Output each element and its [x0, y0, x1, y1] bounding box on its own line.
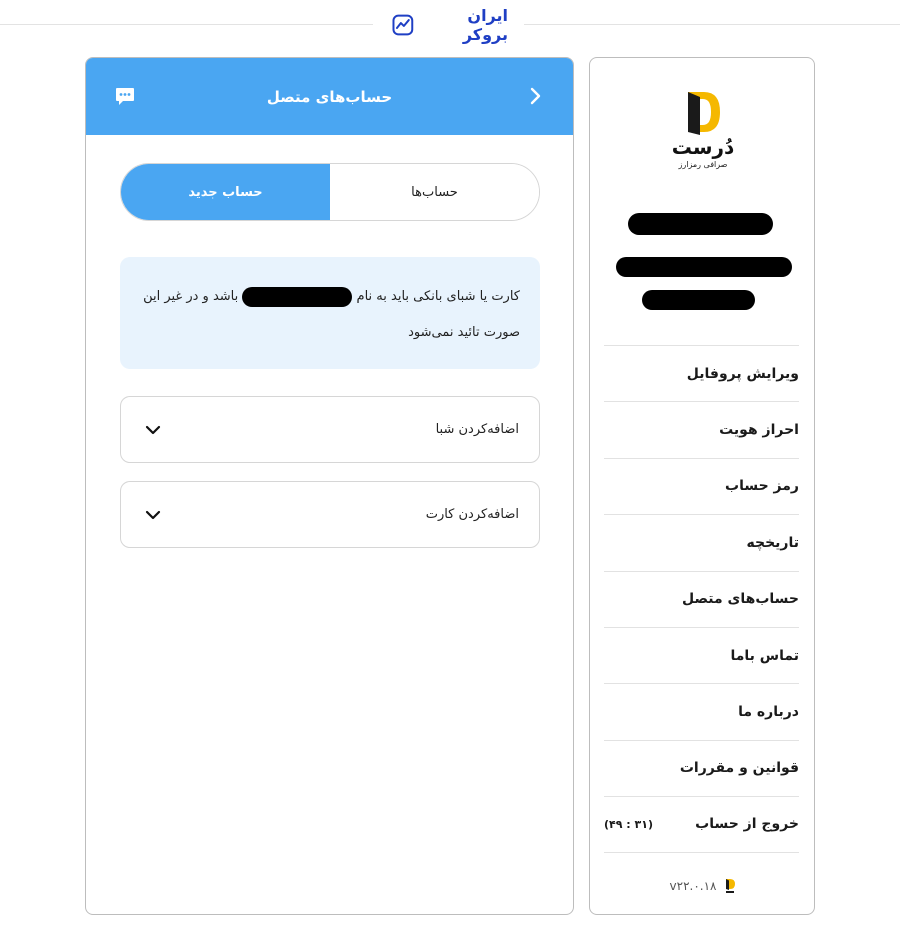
account-tabs: حساب جدید حساب‌ها [120, 163, 540, 221]
menu-item-connected-accounts[interactable]: حساب‌های متصل [604, 570, 799, 627]
chevron-down-icon [145, 510, 161, 519]
menu-item-history[interactable]: تاریخچه [604, 514, 799, 570]
exchange-name: دُرست [671, 135, 735, 159]
menu-item-verification[interactable]: احراز هویت [604, 401, 799, 457]
menu-item-terms[interactable]: قوانین و مقررات [604, 739, 799, 796]
brand-divider-right [524, 24, 900, 25]
menu-label: تماس باما [730, 647, 799, 664]
accordion-label: اضافه‌کردن کارت [425, 507, 519, 522]
app-version: v۲۲.۰.۱۸ [590, 878, 816, 894]
menu-label: خروج از حساب [695, 816, 799, 833]
panel-header: حساب‌های متصل [86, 58, 573, 135]
menu-label: احراز هویت [719, 422, 799, 439]
redacted-name [242, 286, 353, 307]
trend-chart-icon [392, 14, 414, 36]
small-logo-icon [726, 879, 736, 893]
version-text: v۲۲.۰.۱۸ [669, 879, 717, 893]
tab-new-account[interactable]: حساب جدید [121, 164, 330, 220]
tab-label: حساب جدید [188, 184, 263, 200]
accordion-label: اضافه‌کردن شبا [435, 422, 519, 437]
brand-name: ایران بروکر [462, 6, 508, 44]
redacted-user-name [628, 213, 773, 235]
menu-label: درباره ما [738, 704, 799, 721]
menu-label: حساب‌های متصل [681, 591, 799, 608]
menu-item-about-us[interactable]: درباره ما [604, 683, 799, 739]
tab-accounts[interactable]: حساب‌ها [330, 164, 539, 220]
menu-label: قوانین و مقررات [679, 760, 799, 777]
profile-sidebar: دُرست صرافی رمزارز ویرایش پروفایل احراز … [589, 57, 815, 915]
chat-bubble-icon [116, 88, 134, 105]
menu-item-password[interactable]: رمز حساب [604, 457, 799, 514]
session-timer: (۳۱ : ۴۹) [604, 817, 653, 831]
brand-logo[interactable]: ایران بروکر [392, 6, 508, 44]
profile-menu: ویرایش پروفایل احراز هویت رمز حساب تاریخ… [604, 345, 799, 853]
support-chat-button[interactable] [114, 85, 136, 107]
notice-text-before: کارت یا شبای بانکی باید به نام [356, 289, 520, 304]
menu-label: رمز حساب [725, 478, 799, 495]
redacted-user-phone [642, 290, 755, 310]
exchange-logo: دُرست صرافی رمزارز [590, 88, 816, 178]
menu-item-contact-us[interactable]: تماس باما [604, 626, 799, 683]
door-logo-icon [688, 92, 720, 135]
back-button[interactable] [523, 84, 547, 108]
menu-label: تاریخچه [746, 534, 800, 551]
ownership-notice: کارت یا شبای بانکی باید به نام باشد و در… [120, 257, 540, 369]
menu-item-logout[interactable]: خروج از حساب (۳۱ : ۴۹) [604, 796, 799, 853]
brand-divider-left [0, 24, 373, 25]
connected-accounts-panel: حساب‌های متصل حساب جدید حساب‌ها کارت یا … [85, 57, 574, 915]
add-card-accordion[interactable]: اضافه‌کردن کارت [120, 481, 540, 548]
page-title: حساب‌های متصل [266, 87, 393, 106]
add-sheba-accordion[interactable]: اضافه‌کردن شبا [120, 396, 540, 463]
chevron-down-icon [145, 425, 161, 434]
exchange-subtitle: صرافی رمزارز [678, 160, 728, 169]
menu-item-edit-profile[interactable]: ویرایش پروفایل [604, 345, 799, 401]
tab-label: حساب‌ها [411, 184, 458, 200]
menu-label: ویرایش پروفایل [686, 365, 799, 382]
redacted-user-email [616, 257, 792, 277]
chevron-right-icon [530, 87, 541, 105]
